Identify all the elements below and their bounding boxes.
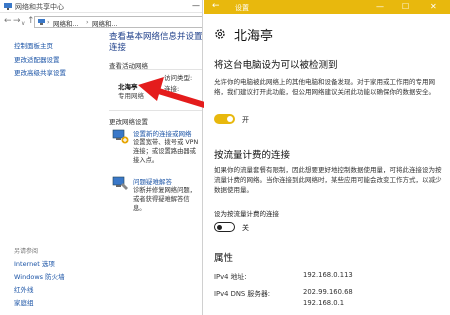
nsc-sidebar: 控制面板主页 更改适配器设置 更改高级共享设置 另请参阅 Internet 选项… <box>0 30 104 315</box>
ipv4-address-label: IPv4 地址: <box>214 273 247 281</box>
discoverable-toggle[interactable] <box>214 114 235 124</box>
discoverable-description: 允许你的电脑被此网络上的其他电脑和设备发现。对于家用或工作用的专用网络，我们建议… <box>214 78 435 96</box>
sidebar-link-control-panel-home[interactable]: 控制面板主页 <box>14 40 53 50</box>
nsc-address-bar: ← → ∨ ↑ › 网络和... › 网络和... <box>0 14 202 30</box>
connections-label: 连接: <box>164 85 180 93</box>
see-also-heading: 另请参阅 <box>14 248 39 255</box>
nsc-window-title: 网络和共享中心 <box>15 3 64 11</box>
divider <box>109 69 202 70</box>
window-controls: — ☐ ✕ <box>370 0 450 14</box>
breadcrumb-chevron: › <box>86 18 89 26</box>
minimize-button[interactable]: — <box>376 1 384 12</box>
control-panel-icon <box>38 19 45 25</box>
settings-window-title: 设置 <box>235 4 249 12</box>
network-center-icon <box>4 3 12 10</box>
nsc-main-panel: 查看基本网络信息并设置 连接 查看活动网络 访问类型: 连接: 北海亭 专用网络… <box>104 30 203 315</box>
breadcrumb-item-2[interactable]: 网络和... <box>92 18 118 28</box>
back-arrow-icon[interactable]: ← <box>4 17 12 26</box>
toggle-knob <box>217 224 222 230</box>
toggle-knob <box>227 116 233 122</box>
breadcrumb-chevron: › <box>47 18 50 26</box>
metered-description: 如果你的流量套餐有限制，因此想要更好地控制数据使用量，可将此连接设为按流量计费的… <box>214 166 442 194</box>
breadcrumb[interactable]: › 网络和... › 网络和... <box>34 16 202 28</box>
settings-window: ← 设置 — ☐ ✕ 北海亭 将这台电脑设为可以被检测到 允许你的电脑被此网络上… <box>204 0 450 315</box>
see-also-windows-firewall[interactable]: Windows 防火墙 <box>14 271 65 281</box>
page-title-line-2: 连接 <box>109 43 127 53</box>
see-also-homegroup[interactable]: 家庭组 <box>14 297 34 307</box>
troubleshoot-description: 诊断并修复网络问题，或者获得疑难解答信息。 <box>133 187 196 212</box>
forward-arrow-icon[interactable]: → <box>13 17 21 26</box>
see-also-infrared[interactable]: 红外线 <box>14 284 34 294</box>
metered-toggle-label: 设为按流量计费的连接 <box>214 210 279 218</box>
page-title-line-1: 查看基本网络信息并设置 <box>109 32 203 42</box>
new-connection-link[interactable]: 设置新的连接或网络 <box>133 128 192 138</box>
discoverable-toggle-state: 开 <box>242 116 249 124</box>
close-button[interactable]: ✕ <box>430 1 437 12</box>
ipv4-dns-value-1: 202.99.160.68 <box>303 288 353 296</box>
discoverable-heading: 将这台电脑设为可以被检测到 <box>214 60 338 71</box>
see-also-internet-options[interactable]: Internet 选项 <box>14 258 55 268</box>
network-name-heading: 北海亭 <box>234 29 274 44</box>
troubleshoot-link[interactable]: 问题疑难解答 <box>133 176 172 186</box>
sidebar-link-adapter-settings[interactable]: 更改适配器设置 <box>14 54 60 64</box>
new-connection-icon <box>112 129 129 144</box>
sidebar-link-advanced-sharing[interactable]: 更改高级共享设置 <box>14 67 66 77</box>
settings-content: 北海亭 将这台电脑设为可以被检测到 允许你的电脑被此网络上的其他电脑和设备发现。… <box>204 14 450 315</box>
nsc-titlebar: 网络和共享中心 — <box>0 0 202 13</box>
back-arrow-icon[interactable]: ← <box>212 1 220 12</box>
metered-heading: 按流量计费的连接 <box>214 150 291 161</box>
divider <box>109 110 202 111</box>
network-sharing-center-window: 网络和共享中心 — ← → ∨ ↑ › 网络和... › 网络和... 控制面板… <box>0 0 203 315</box>
ipv4-dns-value-2: 192.168.0.1 <box>303 299 345 307</box>
maximize-button[interactable]: ☐ <box>402 1 409 12</box>
nsc-minimize-button[interactable]: — <box>190 1 202 12</box>
ipv4-address-value: 192.168.0.113 <box>303 271 353 279</box>
troubleshoot-icon <box>112 176 128 190</box>
properties-heading: 属性 <box>214 253 234 264</box>
metered-toggle[interactable] <box>214 222 235 232</box>
access-type-label: 访问类型: <box>164 74 193 82</box>
metered-toggle-state: 关 <box>242 224 249 232</box>
change-network-settings-label: 更改网络设置 <box>109 118 148 126</box>
settings-titlebar: ← 设置 — ☐ ✕ <box>204 0 450 14</box>
ipv4-dns-label: IPv4 DNS 服务器: <box>214 290 271 298</box>
active-network-type: 专用网络 <box>118 92 144 100</box>
page-title: 查看基本网络信息并设置 连接 <box>109 32 203 54</box>
gear-icon <box>215 29 225 39</box>
recent-locations-icon[interactable]: ∨ <box>21 19 25 28</box>
breadcrumb-item-1[interactable]: 网络和... <box>53 18 79 28</box>
new-connection-description: 设置宽带、拨号或 VPN 连接；或设置路由器或接入点。 <box>133 139 199 164</box>
